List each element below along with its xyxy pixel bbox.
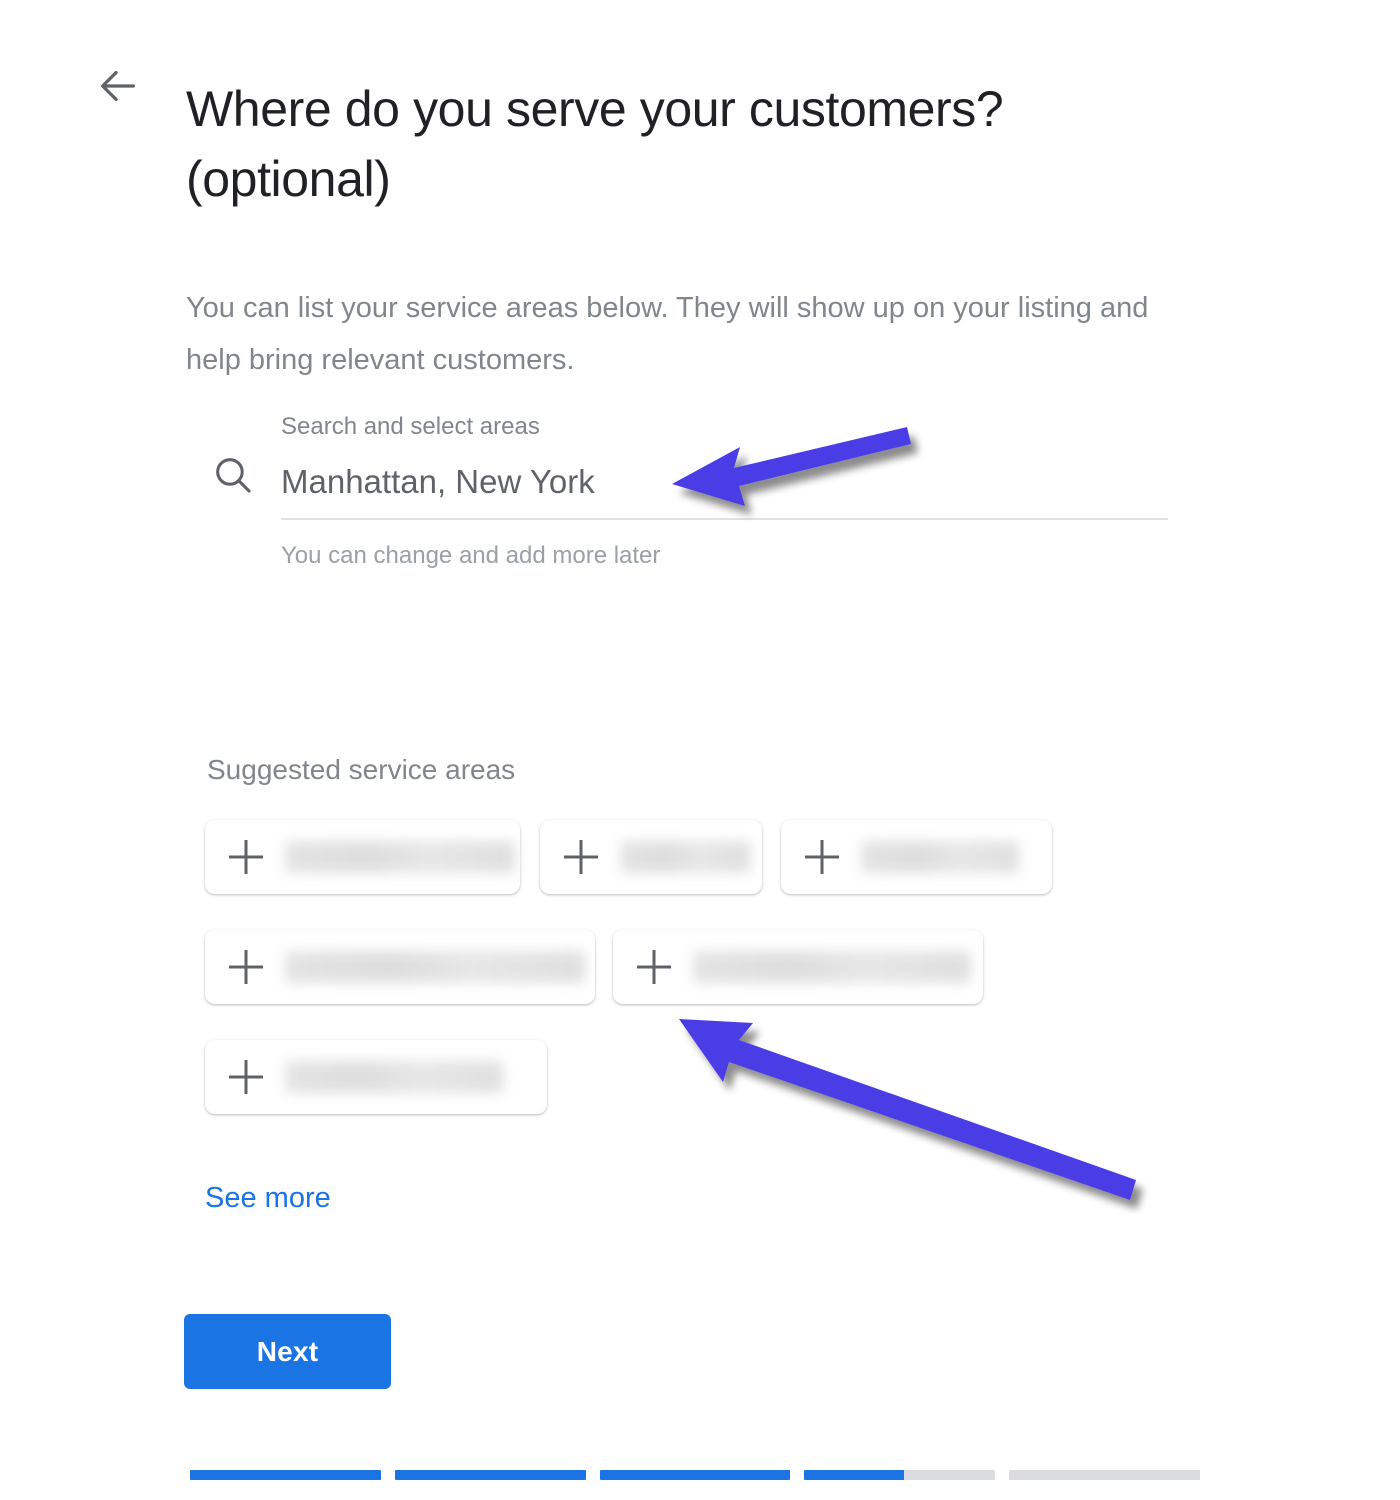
plus-icon: [229, 840, 263, 874]
setup-progress-bar: [190, 1470, 1200, 1480]
progress-segment-fill: [190, 1470, 381, 1480]
suggested-area-label: [861, 841, 1019, 873]
suggested-areas-heading: Suggested service areas: [207, 754, 516, 785]
plus-icon: [229, 950, 263, 984]
plus-icon: [805, 840, 839, 874]
suggested-area-label: [693, 951, 971, 983]
page-subtitle: You can list your service areas below. T…: [186, 292, 1149, 376]
suggested-area-chip[interactable]: [205, 820, 520, 894]
arrow-pointing-to-suggested-areas: [679, 1019, 1136, 1200]
suggested-area-chip[interactable]: [781, 820, 1052, 894]
progress-segment: [190, 1470, 381, 1480]
progress-segment-fill: [394, 1470, 586, 1480]
progress-segment: [394, 1470, 586, 1480]
progress-segment-fill: [599, 1470, 791, 1480]
suggested-area-chip[interactable]: [205, 930, 595, 1004]
plus-icon: [564, 840, 598, 874]
search-field-hint: You can change and add more later: [281, 542, 661, 569]
search-input[interactable]: [281, 461, 981, 503]
progress-segment: [1009, 1470, 1200, 1480]
progress-segment: [599, 1470, 791, 1480]
search-icon: [210, 452, 256, 498]
next-button[interactable]: Next: [184, 1314, 391, 1389]
service-area-setup-page: Where do you serve your customers? (opti…: [0, 0, 1400, 1500]
plus-icon: [637, 950, 671, 984]
page-title: Where do you serve your customers? (opti…: [186, 80, 1004, 207]
suggested-area-label: [285, 951, 585, 983]
plus-icon: [229, 1060, 263, 1094]
see-more-link[interactable]: See more: [205, 1178, 331, 1218]
progress-segment: [804, 1470, 996, 1480]
suggested-area-label: [285, 841, 515, 873]
suggested-area-chip[interactable]: [540, 820, 762, 894]
suggested-area-chip[interactable]: [205, 1040, 547, 1114]
suggested-area-chip[interactable]: [613, 930, 983, 1004]
search-field-underline: [281, 518, 1168, 520]
back-button[interactable]: [90, 58, 146, 114]
arrow-left-icon: [95, 63, 141, 109]
suggested-area-label: [285, 1061, 503, 1093]
progress-segment-fill: [804, 1470, 904, 1480]
search-field-label: Search and select areas: [281, 413, 540, 440]
suggested-area-label: [620, 841, 750, 873]
annotation-overlay: [672, 427, 1136, 1200]
